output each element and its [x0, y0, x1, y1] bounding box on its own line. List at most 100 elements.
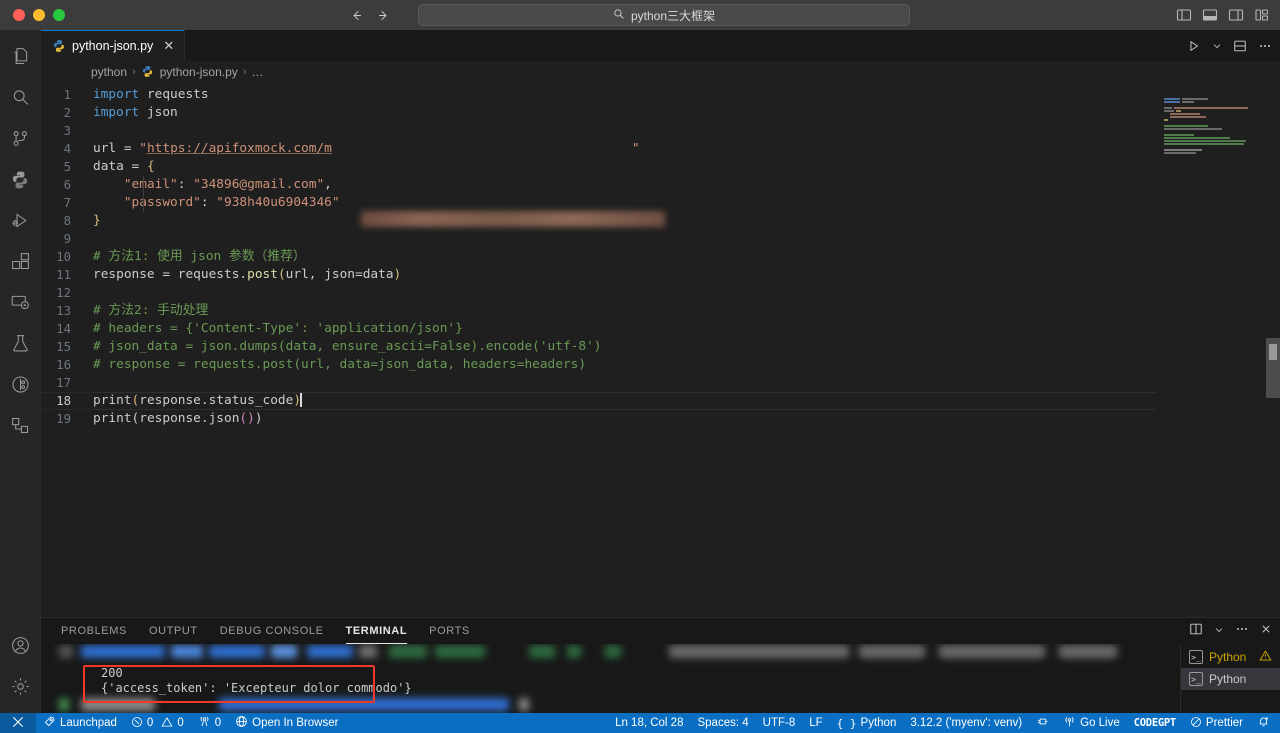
editor-tab-bar: python-json.py ✕	[41, 30, 1280, 61]
split-terminal-icon[interactable]	[1189, 622, 1203, 641]
window-controls[interactable]	[0, 9, 65, 21]
status-ports[interactable]: 0	[191, 713, 228, 733]
vscode-window: python三大框架	[0, 0, 1280, 733]
activity-item-run-and-debug[interactable]	[0, 200, 41, 241]
panel-tab-terminal[interactable]: TERMINAL	[346, 618, 408, 644]
code-line[interactable]: 13# 方法2: 手动处理	[41, 302, 1280, 320]
code-line[interactable]: 14# headers = {'Content-Type': 'applicat…	[41, 320, 1280, 338]
line-number: 16	[41, 356, 93, 374]
status-notifications[interactable]	[1250, 713, 1280, 733]
code-line[interactable]: 7 "password": "938h40u6904346"	[41, 194, 1280, 212]
editor-scrollbar[interactable]	[1266, 83, 1280, 617]
arrow-left-icon[interactable]	[350, 9, 363, 22]
bell-dot-icon	[1257, 715, 1270, 731]
panel-tab-problems[interactable]: PROBLEMS	[61, 618, 127, 644]
terminal[interactable]: 200 {'access_token': 'Excepteur dolor co…	[41, 644, 1180, 713]
code-line[interactable]: 18print(response.status_code)	[41, 392, 1280, 410]
editor-tab-python-json[interactable]: python-json.py ✕	[41, 30, 185, 61]
status-editorconfig[interactable]	[1029, 713, 1056, 733]
line-number: 9	[41, 230, 93, 248]
run-python-file-icon[interactable]	[1187, 39, 1201, 53]
code-line[interactable]: 2import json	[41, 104, 1280, 122]
code-line[interactable]: 5data = {	[41, 158, 1280, 176]
terminal-output-line-token: {'access_token': 'Excepteur dolor commod…	[101, 681, 412, 696]
minimize-window-button[interactable]	[33, 9, 45, 21]
chevron-down-icon[interactable]	[1212, 41, 1222, 51]
more-actions-icon[interactable]	[1258, 39, 1272, 53]
close-icon[interactable]: ✕	[163, 39, 174, 52]
breadcrumb-item-folder[interactable]: python	[91, 65, 127, 79]
code-line[interactable]: 10# 方法1: 使用 json 参数（推荐）	[41, 248, 1280, 266]
status-launchpad[interactable]: Launchpad	[36, 713, 124, 733]
python-file-icon	[141, 65, 155, 79]
activity-item-remote-explorer[interactable]	[0, 282, 41, 323]
more-actions-icon[interactable]	[1235, 622, 1249, 641]
remote-host-icon	[11, 715, 25, 732]
panel-tab-ports[interactable]: PORTS	[429, 618, 470, 644]
activity-item-timeline[interactable]	[0, 364, 41, 405]
minimap[interactable]	[1156, 83, 1266, 617]
close-panel-icon[interactable]	[1260, 622, 1272, 640]
rocket-icon	[43, 715, 56, 731]
code-line[interactable]: 4url = "https://apifoxmock.com/m"	[41, 140, 1280, 158]
maximize-window-button[interactable]	[53, 9, 65, 21]
code-line[interactable]: 3	[41, 122, 1280, 140]
toggle-panel-icon[interactable]	[1202, 7, 1218, 23]
activity-item-explorer[interactable]	[0, 36, 41, 77]
status-remote-host[interactable]	[0, 713, 36, 733]
globe-icon	[235, 715, 248, 731]
code-line[interactable]: 1import requests	[41, 86, 1280, 104]
error-icon	[131, 716, 143, 731]
activity-item-python[interactable]	[0, 159, 41, 200]
code-line-text: import json	[93, 104, 178, 122]
status-cursor-position[interactable]: Ln 18, Col 28	[608, 713, 690, 733]
activity-item-settings[interactable]	[0, 666, 41, 707]
nodes-icon	[10, 415, 31, 436]
status-open-in-browser[interactable]: Open In Browser	[228, 713, 345, 733]
status-python-interpreter[interactable]: 3.12.2 ('myenv': venv)	[903, 713, 1029, 733]
status-launchpad-label: Launchpad	[60, 717, 117, 729]
close-window-button[interactable]	[13, 9, 25, 21]
activity-item-search[interactable]	[0, 77, 41, 118]
chevron-down-icon[interactable]	[1214, 622, 1224, 640]
activity-item-dependency-graph[interactable]	[0, 405, 41, 446]
terminal-tabs-list[interactable]: >_Python>_Python	[1180, 644, 1280, 713]
status-eol[interactable]: LF	[802, 713, 829, 733]
activity-item-source-control[interactable]	[0, 118, 41, 159]
toggle-secondary-sidebar-icon[interactable]	[1228, 7, 1244, 23]
toggle-primary-sidebar-icon[interactable]	[1176, 7, 1192, 23]
command-center-search[interactable]: python三大框架	[418, 4, 910, 26]
code-line[interactable]: 6 "email": "34896@gmail.com",	[41, 176, 1280, 194]
code-line[interactable]: 15# json_data = json.dumps(data, ensure_…	[41, 338, 1280, 356]
breadcrumb-item-file[interactable]: python-json.py	[141, 65, 238, 79]
breadcrumb-item-symbols[interactable]: …	[251, 65, 263, 79]
arrow-right-icon[interactable]	[377, 9, 390, 22]
code-line[interactable]: 19print(response.json())	[41, 410, 1280, 428]
status-codegpt[interactable]: CODEGPT	[1127, 713, 1183, 733]
status-prettier[interactable]: Prettier	[1183, 713, 1250, 733]
code-editor[interactable]: 1import requests2import json34url = "htt…	[41, 83, 1280, 617]
customize-layout-icon[interactable]	[1254, 7, 1270, 23]
code-line[interactable]: 16# response = requests.post(url, data=j…	[41, 356, 1280, 374]
panel-tab-debug-console[interactable]: DEBUG CONSOLE	[220, 618, 324, 644]
code-line[interactable]: 9	[41, 230, 1280, 248]
status-language-mode[interactable]: { } Python	[830, 713, 904, 733]
status-indentation[interactable]: Spaces: 4	[690, 713, 755, 733]
terminal-list-item[interactable]: >_Python	[1181, 668, 1280, 690]
status-encoding[interactable]: UTF-8	[756, 713, 803, 733]
terminal-list-item[interactable]: >_Python	[1181, 646, 1280, 668]
code-lines[interactable]: 1import requests2import json34url = "htt…	[41, 83, 1280, 428]
code-line[interactable]: 12	[41, 284, 1280, 302]
split-editor-icon[interactable]	[1233, 39, 1247, 53]
panel-tab-output[interactable]: OUTPUT	[149, 618, 198, 644]
status-problems[interactable]: 0 0	[124, 713, 191, 733]
search-icon	[10, 87, 31, 108]
activity-item-extensions[interactable]	[0, 241, 41, 282]
activity-item-testing[interactable]	[0, 323, 41, 364]
line-number: 10	[41, 248, 93, 266]
code-line[interactable]: 17	[41, 374, 1280, 392]
code-line[interactable]: 11response = requests.post(url, json=dat…	[41, 266, 1280, 284]
activity-item-accounts[interactable]	[0, 625, 41, 666]
status-go-live[interactable]: Go Live	[1056, 713, 1127, 733]
activity-bar	[0, 30, 41, 713]
